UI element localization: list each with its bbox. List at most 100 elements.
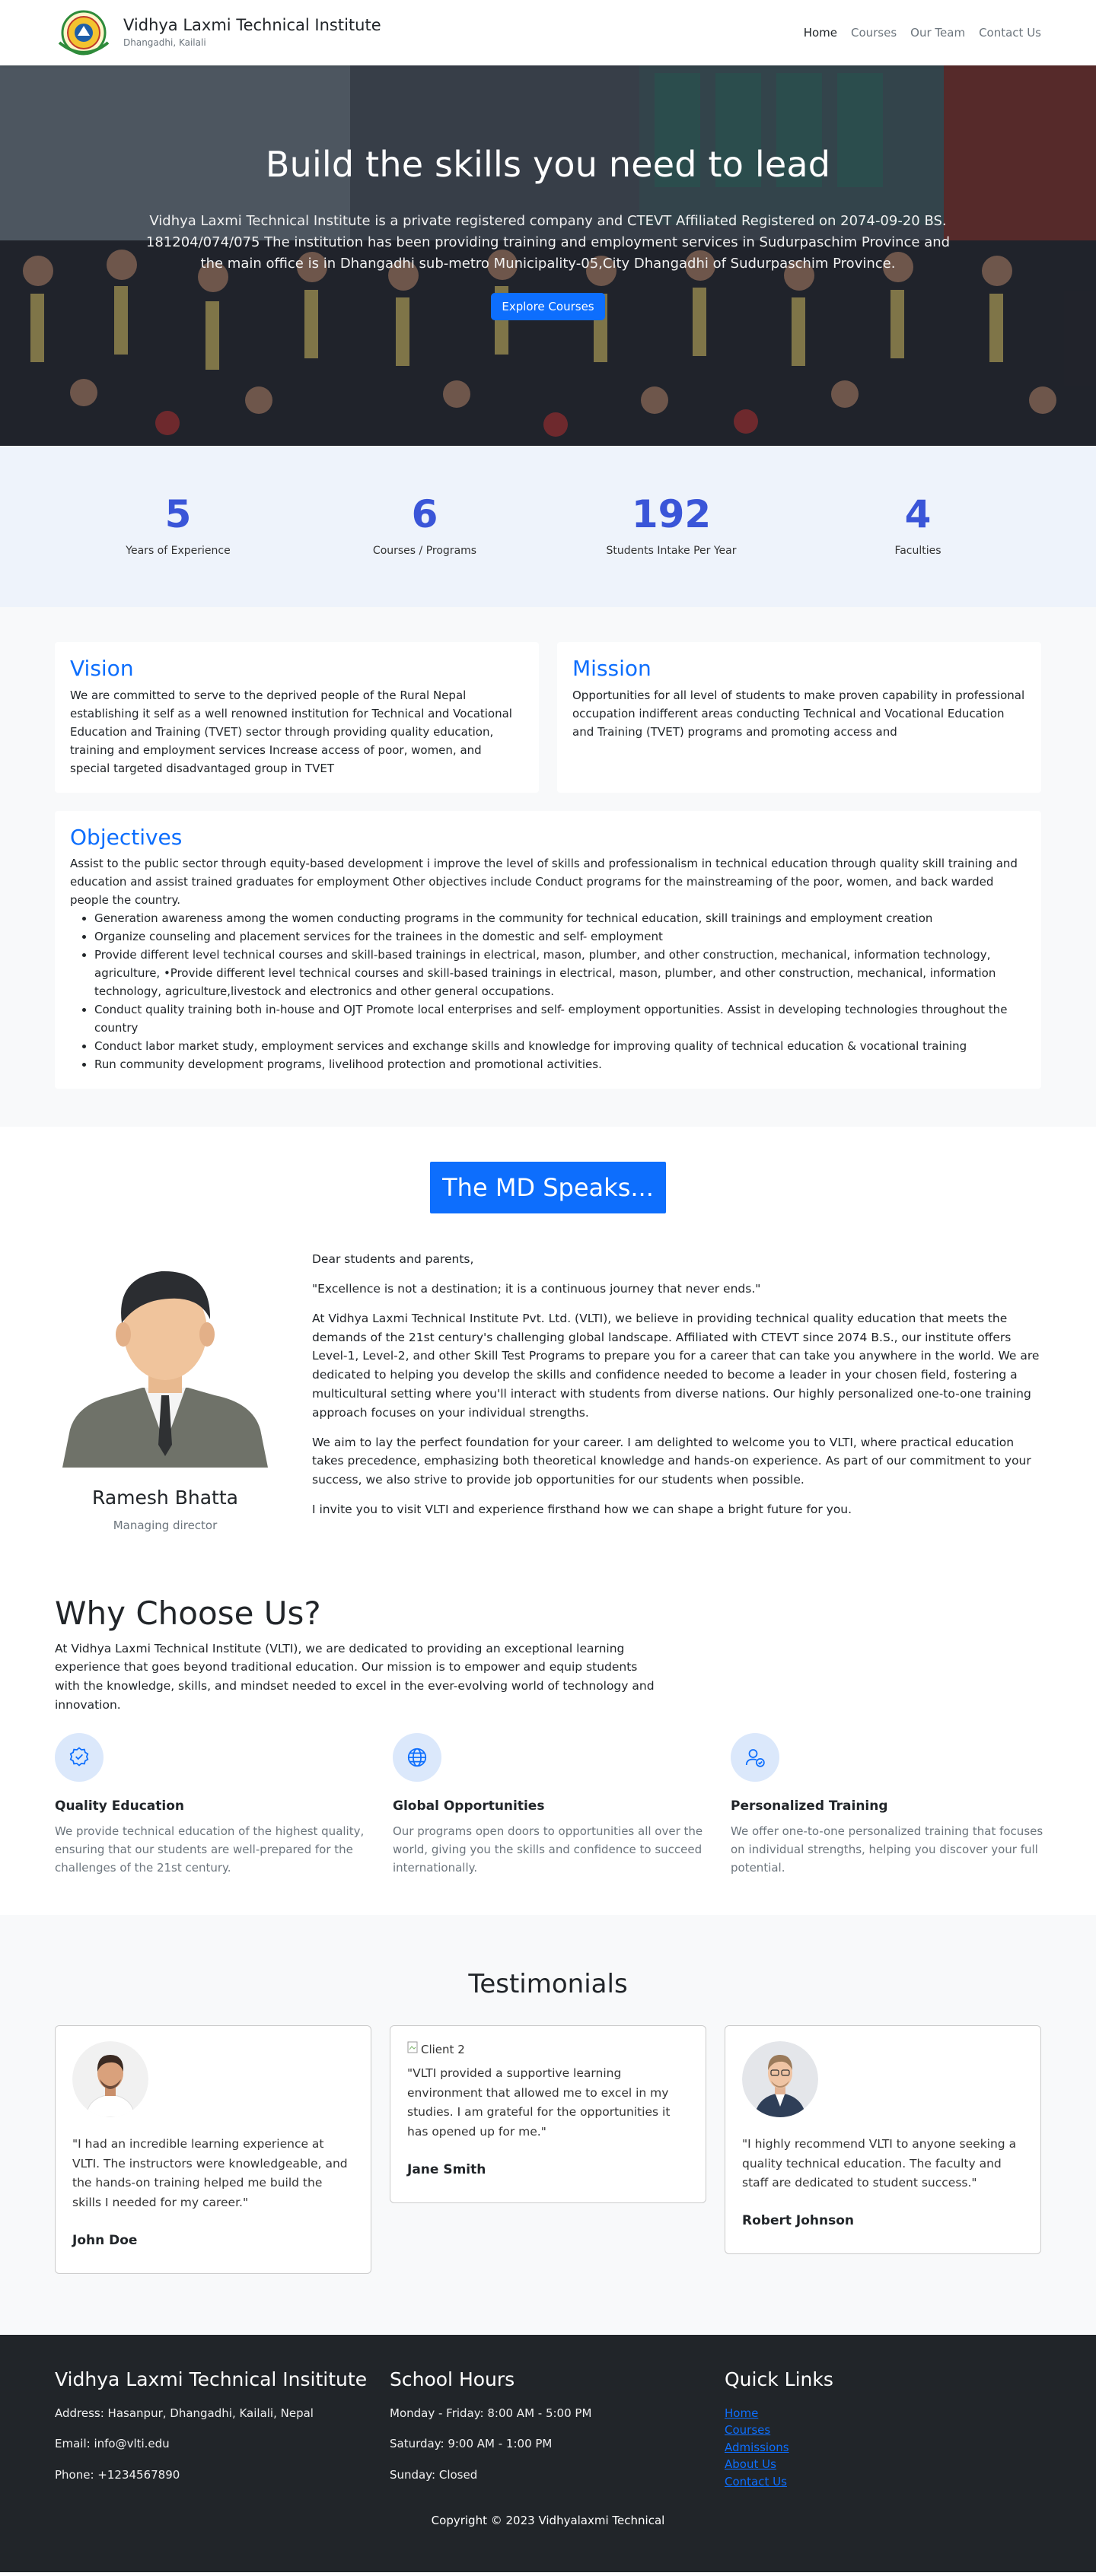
stat-label: Students Intake Per Year (606, 545, 737, 557)
client-photo (742, 2041, 818, 2118)
feature-text: We offer one-to-one personalized trainin… (731, 1824, 1043, 1875)
testimonial-name: John Doe (72, 2232, 138, 2248)
why-choose-us-section: Why Choose Us? At Vidhya Laxmi Technical… (0, 1587, 1096, 1915)
objectives-intro: Assist to the public sector through equi… (70, 857, 1018, 908)
objective-item: Conduct quality training both in-house a… (94, 1000, 1026, 1037)
testimonials-section: Testimonials "I had an incredible learni… (0, 1915, 1096, 2336)
footer-link-admissions[interactable]: Admissions (725, 2439, 1041, 2457)
mission-title: Mission (572, 656, 652, 681)
feature-title: Quality Education (55, 1798, 184, 1814)
footer-contact: Vidhya Laxmi Technical Insititute Addres… (55, 2365, 371, 2497)
footer-hours-weekday: Monday - Friday: 8:00 AM - 5:00 PM (390, 2406, 592, 2420)
vision-title: Vision (70, 656, 134, 681)
feature-global-opportunities: Global Opportunities Our programs open d… (393, 1732, 712, 1878)
testimonial-card: Client 2 "VLTI provided a supportive lea… (390, 2025, 706, 2204)
md-speaks-heading: The MD Speaks... (430, 1162, 666, 1214)
footer-institute-title: Vidhya Laxmi Technical Insititute (55, 2368, 368, 2391)
md-speaks-section: The MD Speaks... Ramesh Bhatta Managing … (0, 1127, 1096, 1587)
feature-personalized-training: Personalized Training We offer one-to-on… (731, 1732, 1050, 1878)
institute-logo (58, 10, 110, 56)
brand-name: Vidhya Laxmi Technical Institute (123, 16, 381, 35)
testimonial-card: "I had an incredible learning experience… (55, 2025, 371, 2275)
md-paragraph: I invite you to visit VLTI and experienc… (312, 1502, 852, 1516)
footer-link-about-us[interactable]: About Us (725, 2456, 1041, 2473)
user-check-icon (731, 1732, 779, 1782)
md-paragraph: At Vidhya Laxmi Technical Institute Pvt.… (312, 1311, 1040, 1420)
hero-title: Build the skills you need to lead (265, 144, 831, 185)
objective-item: Organize counseling and placement servic… (94, 927, 1026, 946)
testimonial-name: Robert Johnson (742, 2212, 855, 2228)
client-photo (72, 2041, 148, 2118)
footer-school-hours: School Hours Monday - Friday: 8:00 AM - … (390, 2365, 706, 2497)
footer-hours-sunday: Sunday: Closed (390, 2467, 478, 2482)
mission-card: Mission Opportunities for all level of s… (557, 642, 1041, 793)
stat-number: 4 (904, 492, 932, 536)
footer-links-title: Quick Links (725, 2368, 833, 2391)
feature-text: We provide technical education of the hi… (55, 1824, 365, 1875)
footer-hours-saturday: Saturday: 9:00 AM - 1:00 PM (390, 2437, 553, 2451)
badge-check-icon (55, 1732, 104, 1782)
stat-number: 6 (411, 492, 438, 536)
nav-home[interactable]: Home (804, 24, 837, 42)
testimonial-quote: "I highly recommend VLTI to anyone seeki… (742, 2137, 1017, 2190)
explore-courses-button[interactable]: Explore Courses (491, 292, 605, 321)
footer-quick-links: Quick Links Home Courses Admissions Abou… (725, 2365, 1041, 2497)
why-title: Why Choose Us? (55, 1595, 321, 1633)
nav-courses[interactable]: Courses (851, 24, 897, 42)
stat-label: Faculties (894, 545, 941, 557)
md-name: Ramesh Bhatta (92, 1487, 238, 1509)
client-photo-broken: Client 2 (407, 2041, 689, 2058)
hero-section: Build the skills you need to lead Vidhya… (0, 65, 1096, 446)
stat-label: Years of Experience (126, 545, 231, 557)
testimonial-quote: "VLTI provided a supportive learning env… (407, 2066, 671, 2139)
objective-item: Provide different level technical course… (94, 946, 1026, 1000)
nav-our-team[interactable]: Our Team (910, 24, 965, 42)
nav-links: Home Courses Our Team Contact Us (804, 24, 1041, 42)
client-photo-alt: Client 2 (421, 2043, 465, 2057)
navbar: Vidhya Laxmi Technical Institute Dhangad… (0, 0, 1096, 65)
stat-faculties: 4 Faculties (795, 494, 1041, 559)
md-paragraph: Dear students and parents, (312, 1252, 474, 1267)
stat-label: Courses / Programs (372, 545, 477, 557)
footer-phone: Phone: +1234567890 (55, 2467, 180, 2482)
footer-hours-title: School Hours (390, 2368, 515, 2391)
footer-link-courses[interactable]: Courses (725, 2422, 1041, 2439)
objective-item: Conduct labor market study, employment s… (94, 1037, 1026, 1055)
mission-text: Opportunities for all level of students … (572, 688, 1025, 739)
stat-intake: 192 Students Intake Per Year (548, 494, 795, 559)
footer-link-contact-us[interactable]: Contact Us (725, 2473, 1041, 2491)
feature-quality-education: Quality Education We provide technical e… (55, 1732, 374, 1878)
feature-text: Our programs open doors to opportunities… (393, 1824, 703, 1875)
hero-description: Vidhya Laxmi Technical Institute is a pr… (145, 213, 951, 272)
objectives-card: Objectives Assist to the public sector t… (55, 810, 1041, 1089)
footer-address: Address: Hasanpur, Dhangadhi, Kailali, N… (55, 2406, 314, 2420)
brand[interactable]: Vidhya Laxmi Technical Institute Dhangad… (55, 9, 381, 56)
nav-contact-us[interactable]: Contact Us (979, 24, 1041, 42)
testimonials-title: Testimonials (468, 1969, 628, 2000)
copyright: Copyright © 2023 Vidhyalaxmi Technical (431, 2514, 665, 2528)
globe-icon (393, 1732, 441, 1782)
vision-card: Vision We are committed to serve to the … (55, 642, 539, 793)
md-avatar-icon (62, 1271, 268, 1468)
vision-mission-section: Vision We are committed to serve to the … (0, 607, 1096, 1127)
testimonial-quote: "I had an incredible learning experience… (72, 2137, 348, 2209)
objectives-title: Objectives (70, 824, 183, 850)
feature-title: Personalized Training (731, 1798, 888, 1814)
md-paragraph: We aim to lay the perfect foundation for… (312, 1435, 1031, 1487)
objective-item: Generation awareness among the women con… (94, 909, 1026, 927)
stat-number: 5 (164, 492, 192, 536)
why-intro: At Vidhya Laxmi Technical Institute (VLT… (55, 1641, 655, 1712)
stat-years: 5 Years of Experience (55, 494, 301, 559)
stat-number: 192 (631, 492, 712, 536)
footer: Vidhya Laxmi Technical Insititute Addres… (0, 2335, 1096, 2572)
testimonial-name: Jane Smith (407, 2161, 486, 2177)
vision-text: We are committed to serve to the deprive… (70, 688, 512, 775)
broken-image-icon (407, 2041, 418, 2059)
objectives-list: Generation awareness among the women con… (94, 909, 1026, 1073)
brand-location: Dhangadhi, Kailali (123, 37, 206, 48)
md-paragraph: "Excellence is not a destination; it is … (312, 1281, 761, 1296)
footer-link-home[interactable]: Home (725, 2405, 1041, 2422)
feature-title: Global Opportunities (393, 1798, 545, 1814)
testimonial-card: "I highly recommend VLTI to anyone seeki… (725, 2025, 1041, 2255)
stats-section: 5 Years of Experience 6 Courses / Progra… (0, 446, 1096, 607)
